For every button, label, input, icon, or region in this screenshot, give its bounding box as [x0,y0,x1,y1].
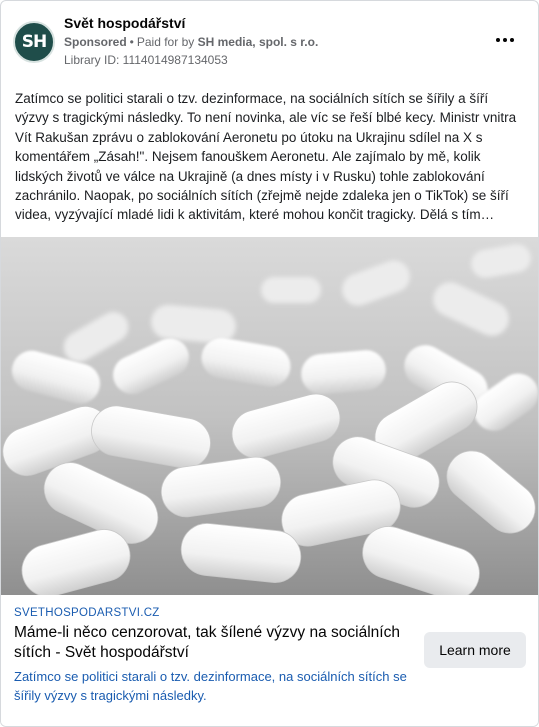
post-body-text: Zatímco se politici starali o tzv. dezin… [15,91,517,223]
avatar-initials: SH [21,32,48,52]
library-id: Library ID: 1114014987134053 [64,53,228,67]
sponsored-meta: Sponsored • Paid for by SH media, spol. s … [64,35,318,49]
pills-illustration [1,237,538,595]
more-options-dots [496,38,514,42]
sponsored-label: Sponsored [64,35,127,49]
link-headline[interactable]: Máme-li něco cenzorovat, tak šílené výzv… [14,623,409,663]
paid-for-by[interactable]: SH media, spol. s r.o. [198,35,319,49]
post-image-pills[interactable] [1,237,538,595]
link-preview[interactable]: SVETHOSPODARSTVI.CZ Máme-li něco cenzoro… [1,595,538,726]
ad-card: SH Svět hospodářství Sponsored • Paid for … [0,0,539,727]
more-options-icon[interactable] [492,33,518,47]
link-description[interactable]: Zatímco se politici starali o tzv. dezin… [14,667,409,705]
learn-more-button[interactable]: Learn more [424,632,526,668]
post-header: SH Svět hospodářství Sponsored • Paid for … [13,13,526,71]
paid-for-prefix: Paid for by [136,35,195,49]
page-name[interactable]: Svět hospodářství [64,15,185,31]
meta-separator: • [129,35,134,49]
avatar[interactable]: SH [13,21,55,63]
link-domain[interactable]: SVETHOSPODARSTVI.CZ [14,607,160,619]
